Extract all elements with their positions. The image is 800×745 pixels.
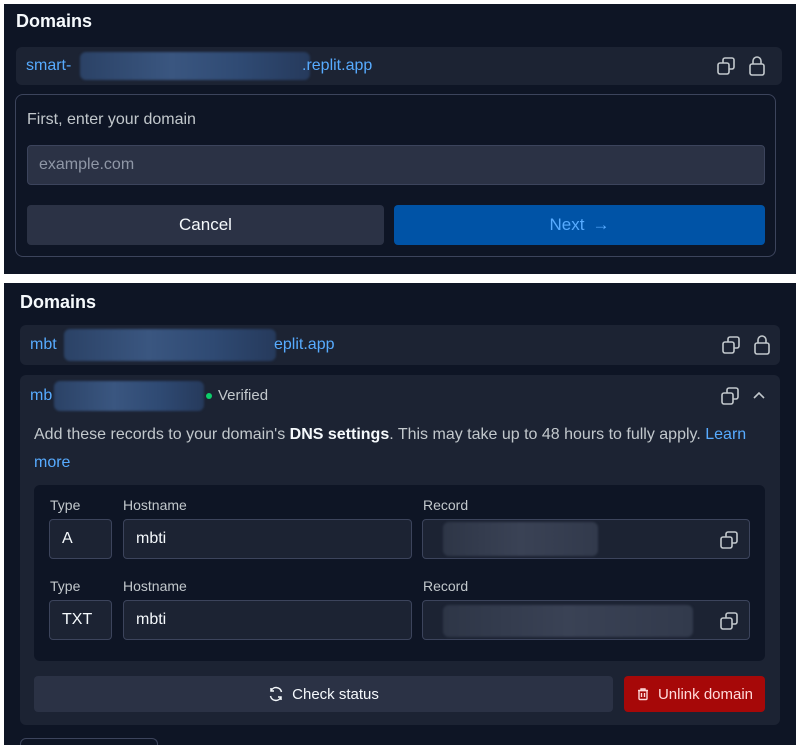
type-label: Type [50, 578, 81, 594]
domains-panel-dns: Domains mbt eplit.app mb Verified Add th… [4, 283, 796, 745]
lock-icon [752, 334, 772, 356]
chevron-up-icon[interactable] [752, 389, 766, 403]
hostname-label: Hostname [123, 578, 187, 594]
copy-icon[interactable] [721, 335, 741, 355]
description-text-post: . This may take up to 48 hours to fully … [389, 426, 701, 443]
record-type-cell[interactable]: TXT [49, 600, 112, 640]
check-status-label: Check status [292, 685, 379, 703]
record-label: Record [423, 578, 469, 594]
redacted-region [443, 522, 598, 556]
cancel-label: Cancel [179, 215, 232, 234]
record-label: Record [423, 497, 469, 513]
domain-suffix[interactable]: eplit.app [274, 336, 335, 354]
redacted-region [80, 52, 310, 80]
hostname-label: Hostname [123, 497, 187, 513]
redacted-region [443, 605, 693, 637]
form-label: First, enter your domain [27, 111, 196, 128]
domain-prefix[interactable]: mbt [30, 336, 57, 354]
next-button[interactable]: Next → [394, 205, 765, 245]
copy-icon[interactable] [716, 56, 736, 76]
trash-icon [636, 687, 650, 701]
dns-description: Add these records to your domain's DNS s… [34, 421, 764, 477]
domain-input[interactable] [27, 145, 765, 185]
copy-icon[interactable] [720, 386, 740, 406]
record-hostname-cell[interactable]: mbti [123, 519, 412, 559]
custom-domain-card: mb Verified Add these records to your do… [20, 375, 780, 725]
domain-prefix[interactable]: smart- [26, 57, 71, 75]
section-title: Domains [16, 11, 93, 31]
refresh-icon [268, 686, 284, 702]
unlink-domain-button[interactable]: Unlink domain [624, 676, 765, 712]
unlink-label: Unlink domain [657, 685, 754, 703]
domain-suffix[interactable]: .replit.app [302, 57, 372, 75]
copy-icon[interactable] [719, 611, 739, 631]
default-domain-row: smart- .replit.app [16, 47, 782, 85]
add-domain-form: First, enter your domain Cancel Next → [15, 94, 776, 257]
redacted-region [64, 329, 276, 361]
record-type-cell[interactable]: A [49, 519, 112, 559]
description-bold: DNS settings [289, 426, 390, 443]
cancel-button[interactable]: Cancel [27, 205, 384, 245]
record-hostname-cell[interactable]: mbti [123, 600, 412, 640]
type-label: Type [50, 497, 81, 513]
domains-panel-add: Domains smart- .replit.app First, enter … [4, 4, 796, 274]
dns-records-table: Type Hostname Record A mbti Type Hostnam… [34, 485, 765, 661]
add-domain-button-partial[interactable] [20, 738, 158, 745]
next-label: Next [549, 215, 585, 234]
redacted-region [54, 381, 204, 411]
copy-icon[interactable] [719, 530, 739, 550]
arrow-right-icon: → [592, 215, 610, 234]
verified-status: Verified [206, 387, 268, 404]
custom-domain-prefix[interactable]: mb [30, 387, 52, 405]
section-title: Domains [20, 292, 97, 312]
description-text: Add these records to your domain's [34, 426, 286, 443]
record-value-cell[interactable] [422, 519, 750, 559]
status-text: Verified [218, 387, 269, 404]
lock-icon [747, 55, 767, 77]
default-domain-row: mbt eplit.app [20, 325, 780, 365]
record-value-cell[interactable] [422, 600, 750, 640]
status-dot [206, 392, 212, 399]
check-status-button[interactable]: Check status [34, 676, 613, 712]
